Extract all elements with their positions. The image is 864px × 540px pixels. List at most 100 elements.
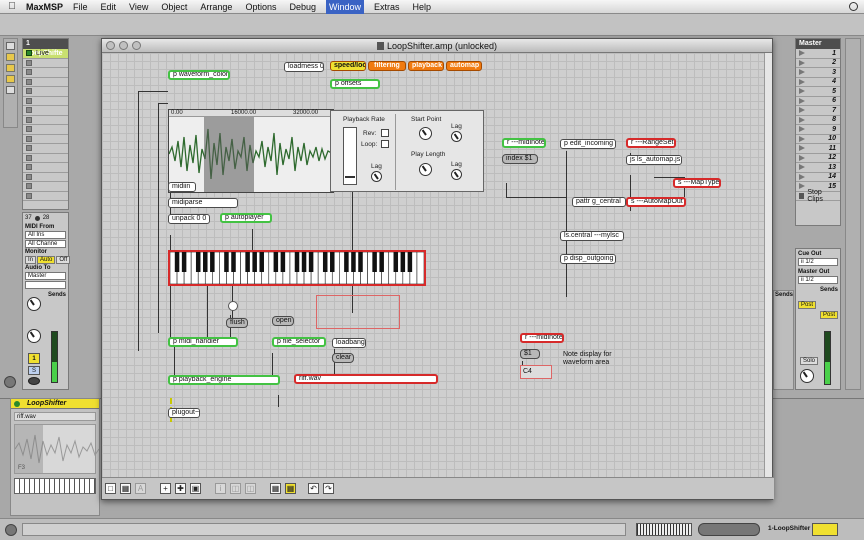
pattr-object[interactable]: pattr g_central — [572, 197, 626, 207]
kslider-keyboard[interactable] — [168, 250, 426, 286]
p-disp-outgoing-object[interactable]: p disp_outgoing — [560, 254, 616, 264]
p-autoplayer-object[interactable]: p autoplayer — [220, 213, 272, 223]
post-button[interactable]: Post — [798, 301, 817, 309]
midi-from-select[interactable]: All Ins — [25, 231, 66, 239]
black-key[interactable] — [280, 252, 286, 272]
clip-slot[interactable] — [23, 163, 68, 173]
black-key[interactable] — [379, 252, 384, 272]
menu-app-name[interactable]: MaxMSP — [26, 2, 63, 12]
menu-window[interactable]: Window — [326, 0, 365, 14]
clip-slot[interactable] — [23, 125, 68, 135]
black-key[interactable] — [308, 252, 314, 272]
r-rangeset-object[interactable]: r ---RangeSet — [626, 138, 676, 148]
clip-slot[interactable] — [23, 59, 68, 68]
folder-icon[interactable] — [6, 75, 15, 83]
menu-view[interactable]: View — [129, 0, 148, 14]
audio-to-select[interactable]: Master — [25, 272, 66, 280]
button-bang[interactable] — [228, 301, 238, 311]
monitor-in-button[interactable]: In — [25, 256, 37, 264]
monitor-auto-button[interactable]: Auto — [37, 256, 56, 264]
master-scene-slot[interactable]: 1 — [796, 49, 840, 59]
tempo-right[interactable]: 28 — [43, 215, 50, 221]
midiin-object[interactable]: midiin — [168, 182, 196, 192]
solo-cue-button[interactable]: Solo — [800, 357, 819, 365]
volume-meter[interactable] — [51, 331, 58, 383]
clip-slot[interactable] — [23, 135, 68, 144]
patch-cable[interactable] — [207, 286, 208, 341]
p-waveform-color-object[interactable]: p waveform_color — [168, 70, 230, 80]
master-scene-slot[interactable]: 12 — [796, 154, 840, 163]
tab-playback[interactable]: playback — [408, 61, 444, 71]
presentation-icon[interactable]: ▦ — [120, 483, 131, 494]
waveform-selection[interactable] — [204, 117, 254, 192]
device-keyboard[interactable] — [14, 478, 96, 494]
midi-channel-select[interactable]: All Channe — [25, 240, 66, 248]
solo-button[interactable]: S — [28, 366, 40, 375]
clip-slot[interactable] — [23, 173, 68, 182]
audio-to-sub[interactable] — [25, 281, 66, 289]
riff-wav-field[interactable]: riff.wav — [294, 374, 438, 384]
patch-cable[interactable] — [158, 103, 168, 104]
black-key[interactable] — [344, 252, 349, 272]
scene-launch-icon[interactable] — [799, 183, 805, 190]
clip-slot[interactable] — [23, 78, 68, 87]
tab-filtering[interactable]: filtering — [368, 61, 406, 71]
master-meter[interactable] — [824, 331, 831, 385]
black-key[interactable] — [372, 252, 377, 272]
clip-slot[interactable] — [23, 87, 68, 97]
black-key[interactable] — [252, 252, 257, 272]
black-key[interactable] — [245, 252, 250, 272]
master-scene-slot[interactable]: 5 — [796, 87, 840, 97]
note-display-box[interactable]: C4 — [520, 365, 552, 379]
vertical-scrollbar[interactable] — [764, 53, 772, 479]
pan-knob[interactable] — [27, 329, 41, 343]
rate-lag-knob[interactable] — [371, 171, 382, 182]
scene-launch-icon[interactable] — [799, 154, 805, 161]
folder-icon[interactable] — [6, 53, 15, 61]
scene-launch-icon[interactable] — [799, 97, 805, 104]
undo-icon[interactable]: ↶ — [308, 483, 319, 494]
image-icon[interactable]: ▣ — [190, 483, 201, 494]
device-waveform[interactable]: F3 — [14, 424, 99, 474]
p-playback-engine-object[interactable]: p playback_engine — [168, 375, 280, 385]
waveform-display[interactable]: 0.00 16000.00 32000.00 — [168, 109, 334, 193]
master-scene-slot[interactable]: 13 — [796, 163, 840, 173]
start-point-knob[interactable] — [419, 127, 432, 140]
scene-launch-icon[interactable] — [799, 116, 805, 123]
master-scene-slot[interactable]: 8 — [796, 116, 840, 125]
clip-slot[interactable] — [23, 154, 68, 163]
add-object-icon[interactable]: + — [160, 483, 171, 494]
redo-icon[interactable]: ↷ — [323, 483, 334, 494]
black-key[interactable] — [393, 252, 399, 272]
clip-slot[interactable] — [23, 182, 68, 192]
patch-cable[interactable] — [566, 151, 567, 297]
black-key[interactable] — [351, 252, 356, 272]
black-key[interactable] — [273, 252, 279, 272]
clip-slot[interactable] — [23, 116, 68, 125]
s-maptype-object[interactable]: s ---MapType — [673, 178, 721, 188]
length-lag-knob[interactable] — [451, 169, 462, 180]
patcher-canvas[interactable]: loadmess 0 speed/loop filtering playback… — [102, 53, 766, 479]
play-length-knob[interactable] — [419, 163, 432, 176]
black-key[interactable] — [174, 252, 180, 272]
patch-cable[interactable] — [272, 353, 273, 375]
r-midinote-object-2[interactable]: r ---midinote — [520, 333, 564, 343]
loadbang-object[interactable]: loadbang — [332, 338, 366, 348]
send-knob[interactable] — [27, 297, 41, 311]
monitor-off-button[interactable]: Off — [56, 256, 71, 264]
patch-cable[interactable] — [174, 343, 175, 375]
metronome-icon[interactable] — [34, 215, 40, 221]
black-key[interactable] — [259, 252, 264, 272]
patcher-titlebar[interactable]: LoopShifter.amp (unlocked) — [102, 39, 772, 53]
device-power-icon[interactable] — [14, 401, 20, 407]
r-midinote-object[interactable]: r ---midinote — [502, 138, 546, 148]
tab-speed-loop[interactable]: speed/loop — [330, 61, 366, 71]
scene-launch-icon[interactable] — [799, 59, 805, 66]
scene-launch-icon[interactable] — [799, 173, 805, 180]
menu-debug[interactable]: Debug — [289, 0, 316, 14]
browser-icon[interactable] — [6, 42, 15, 50]
p-file-selector-object[interactable]: p file_selector — [272, 337, 326, 347]
stop-clips-button[interactable]: Stop Clips — [796, 189, 840, 203]
p-offsets-object[interactable]: p offsets — [330, 79, 380, 89]
master-scene-slot[interactable]: 7 — [796, 106, 840, 116]
